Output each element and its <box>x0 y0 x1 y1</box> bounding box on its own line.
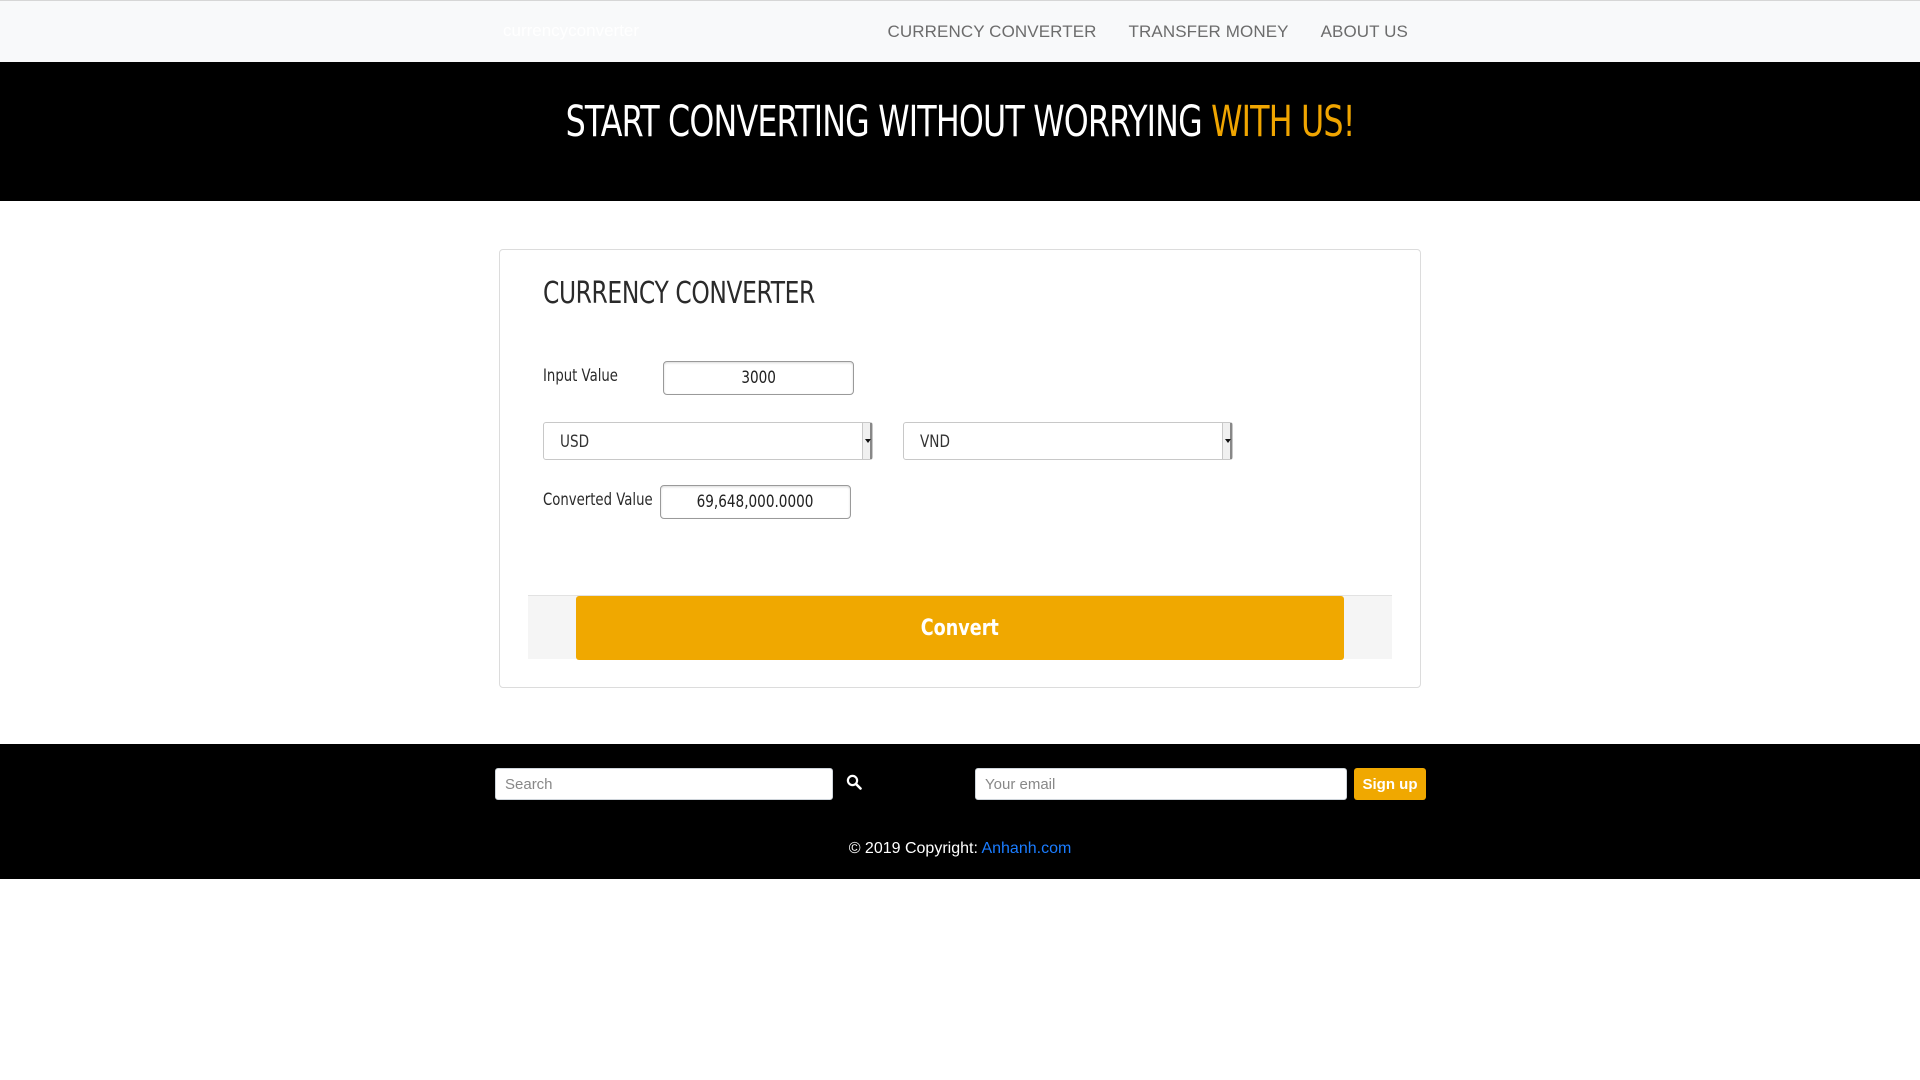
hero-title: START CONVERTING WITHOUT WORRYING WITH U… <box>565 96 1355 147</box>
convert-button-label: Convert <box>920 615 1000 641</box>
input-value-text: 3000 <box>741 368 776 388</box>
search-button[interactable] <box>846 774 868 796</box>
search-input[interactable]: Search <box>495 768 833 800</box>
hero-title-main: START CONVERTING WITHOUT WORRYING <box>565 96 1211 147</box>
copyright: © 2019 Copyright: Anhanh.com <box>0 840 1920 858</box>
copyright-text: © 2019 Copyright: <box>848 840 982 857</box>
copyright-link[interactable]: Anhanh.com <box>981 840 1071 857</box>
footer: Search Your email Sign up © 2019 Copyrig… <box>0 744 1920 879</box>
brand-logo[interactable]: currencyconverter <box>503 21 639 41</box>
email-field[interactable]: Your email <box>975 768 1347 800</box>
input-value-field[interactable]: 3000 <box>663 361 854 395</box>
hero-title-accent: WITH US! <box>1210 96 1355 147</box>
to-currency-select[interactable]: VND <box>903 422 1233 460</box>
chevron-down-icon <box>862 423 872 459</box>
converted-value-field[interactable]: 69,648,000.0000 <box>660 485 851 519</box>
nav-link-currency-converter[interactable]: CURRENCY CONVERTER <box>872 22 1113 42</box>
from-currency-value: USD <box>560 432 590 452</box>
to-currency-value: VND <box>920 432 950 452</box>
nav-link-transfer-money[interactable]: TRANSFER MONEY <box>1113 22 1305 42</box>
nav-link-about-us[interactable]: ABOUT US <box>1305 22 1408 42</box>
converter-title: CURRENCY CONVERTER <box>543 276 815 311</box>
card-footer: Convert <box>528 595 1392 660</box>
search-icon <box>846 774 862 790</box>
converted-value-text: 69,648,000.0000 <box>697 492 814 512</box>
input-value-label: Input Value <box>543 366 618 386</box>
from-currency-select[interactable]: USD <box>543 422 873 460</box>
navbar: currencyconverter CURRENCY CONVERTER TRA… <box>0 0 1920 62</box>
nav-links: CURRENCY CONVERTER TRANSFER MONEY ABOUT … <box>872 1 1408 63</box>
converter-card: CURRENCY CONVERTER Input Value 3000 USD … <box>499 249 1421 688</box>
hero-banner: START CONVERTING WITHOUT WORRYING WITH U… <box>0 62 1920 201</box>
convert-button[interactable]: Convert <box>576 596 1344 660</box>
sign-up-button[interactable]: Sign up <box>1354 768 1426 800</box>
converted-value-label: Converted Value <box>543 490 653 510</box>
chevron-down-icon <box>1222 423 1232 459</box>
